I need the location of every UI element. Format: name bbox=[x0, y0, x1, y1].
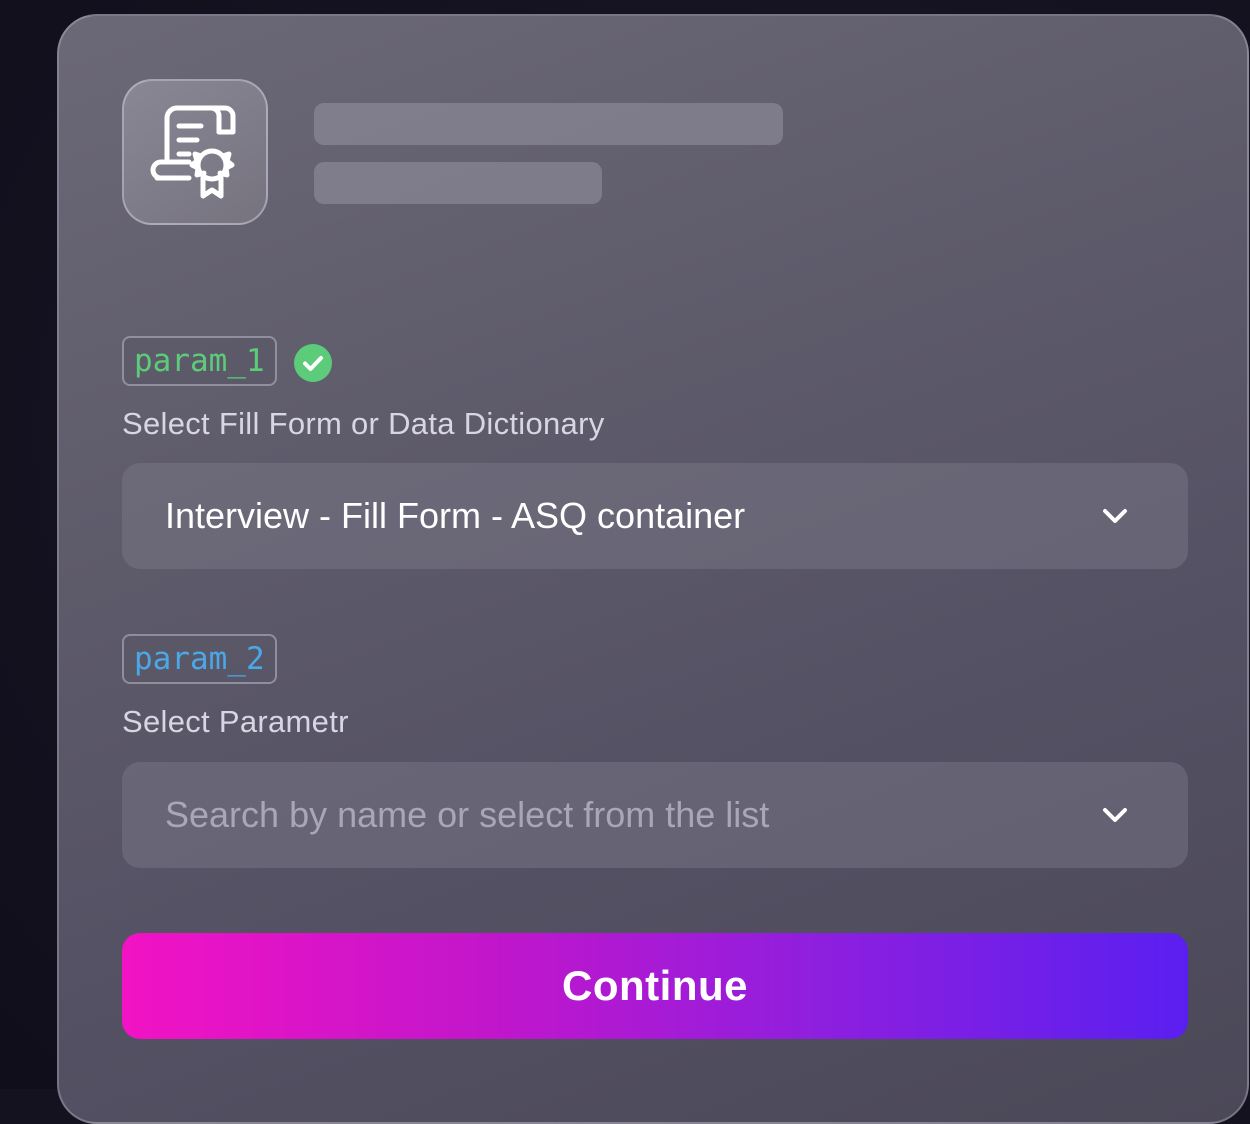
parameter-select[interactable]: Search by name or select from the list bbox=[122, 762, 1188, 868]
param-1-tag: param_1 bbox=[122, 336, 277, 386]
title-placeholder-bar bbox=[314, 103, 783, 145]
subtitle-placeholder-bar bbox=[314, 162, 602, 204]
parameter-dialog: param_1 Select Fill Form or Data Diction… bbox=[57, 14, 1249, 1124]
param-2-label: Select Parametr bbox=[122, 704, 349, 740]
chevron-down-icon bbox=[1099, 500, 1131, 532]
parameter-select-placeholder: Search by name or select from the list bbox=[165, 794, 769, 836]
chevron-down-icon bbox=[1099, 799, 1131, 831]
param-2-tag: param_2 bbox=[122, 634, 277, 684]
param-1-label: Select Fill Form or Data Dictionary bbox=[122, 406, 605, 442]
certificate-scroll-icon bbox=[122, 79, 268, 225]
check-circle-icon bbox=[294, 344, 332, 382]
continue-button[interactable]: Continue bbox=[122, 933, 1188, 1039]
fill-form-select-value: Interview - Fill Form - ASQ container bbox=[165, 495, 745, 537]
fill-form-select[interactable]: Interview - Fill Form - ASQ container bbox=[122, 463, 1188, 569]
